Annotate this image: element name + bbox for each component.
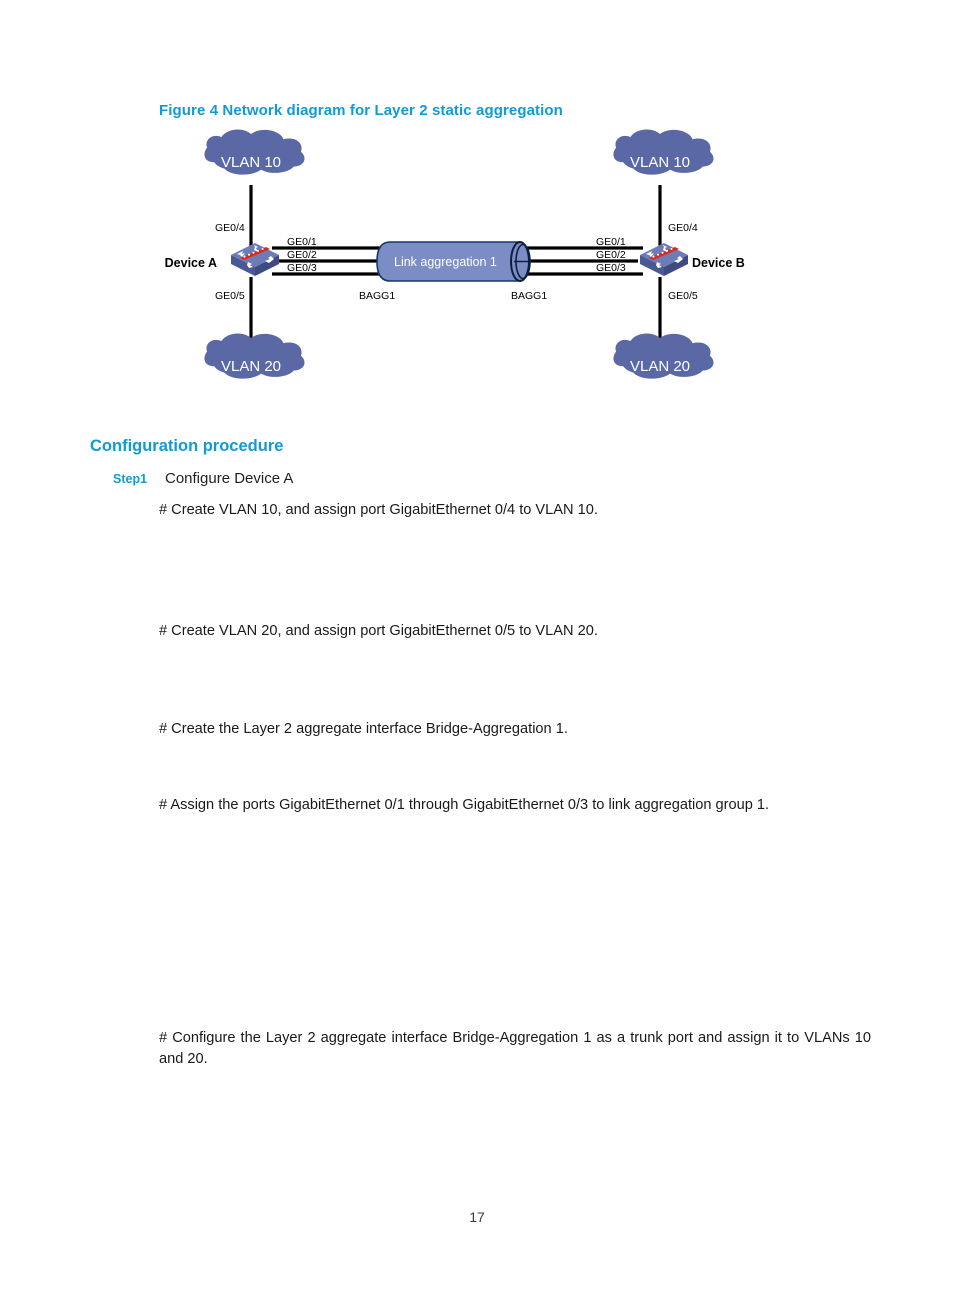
cloud-vlan10-right-label: VLAN 10 bbox=[630, 154, 690, 171]
bagg-label-right: BAGG1 bbox=[511, 290, 547, 302]
paragraph-create-vlan-10: # Create VLAN 10, and assign port Gigabi… bbox=[159, 502, 598, 518]
device-a-label: Device A bbox=[165, 256, 217, 270]
step-tag: Step1 bbox=[113, 472, 148, 486]
figure-caption: Figure 4 Network diagram for Layer 2 sta… bbox=[159, 102, 563, 119]
cloud-vlan10-right bbox=[613, 129, 714, 175]
port-label-right-ge04: GE0/4 bbox=[668, 222, 698, 234]
cloud-vlan20-left bbox=[204, 333, 305, 379]
switch-device-b bbox=[640, 243, 688, 276]
switch-device-a bbox=[231, 243, 279, 276]
port-label-right-ge03: GE0/3 bbox=[596, 262, 626, 274]
cloud-vlan20-right bbox=[613, 333, 714, 379]
port-label-left-ge02: GE0/2 bbox=[287, 249, 317, 261]
step-text: Configure Device A bbox=[165, 470, 294, 487]
port-label-left-ge05: GE0/5 bbox=[215, 290, 245, 302]
link-aggregation-label: Link aggregation 1 bbox=[394, 255, 497, 269]
section-heading-configuration-procedure: Configuration procedure bbox=[90, 437, 284, 455]
cloud-vlan20-right-label: VLAN 20 bbox=[630, 358, 690, 375]
port-label-left-ge01: GE0/1 bbox=[287, 236, 317, 248]
cloud-vlan10-left bbox=[204, 129, 305, 175]
cloud-vlan20-left-label: VLAN 20 bbox=[221, 358, 281, 375]
network-diagram: Link aggregation 1 VLAN 10 VLAN 10 VLAN … bbox=[0, 0, 954, 1294]
paragraph-configure-trunk-port: # Configure the Layer 2 aggregate interf… bbox=[159, 1030, 871, 1067]
paragraph-create-vlan-20: # Create VLAN 20, and assign port Gigabi… bbox=[159, 623, 598, 639]
device-b-label: Device B bbox=[692, 256, 745, 270]
port-label-right-ge01: GE0/1 bbox=[596, 236, 626, 248]
step-row: Step1 Configure Device A bbox=[113, 470, 293, 487]
link-aggregation-cylinder bbox=[376, 241, 531, 282]
page-number: 17 bbox=[469, 1209, 485, 1225]
port-label-left-ge03: GE0/3 bbox=[287, 262, 317, 274]
paragraph-assign-ports: # Assign the ports GigabitEthernet 0/1 t… bbox=[159, 797, 770, 813]
bagg-label-left: BAGG1 bbox=[359, 290, 395, 302]
port-label-right-ge05: GE0/5 bbox=[668, 290, 698, 302]
paragraph-create-aggregate-interface: # Create the Layer 2 aggregate interface… bbox=[159, 721, 568, 737]
port-label-left-ge04: GE0/4 bbox=[215, 222, 245, 234]
cloud-vlan10-left-label: VLAN 10 bbox=[221, 154, 281, 171]
port-label-right-ge02: GE0/2 bbox=[596, 249, 626, 261]
